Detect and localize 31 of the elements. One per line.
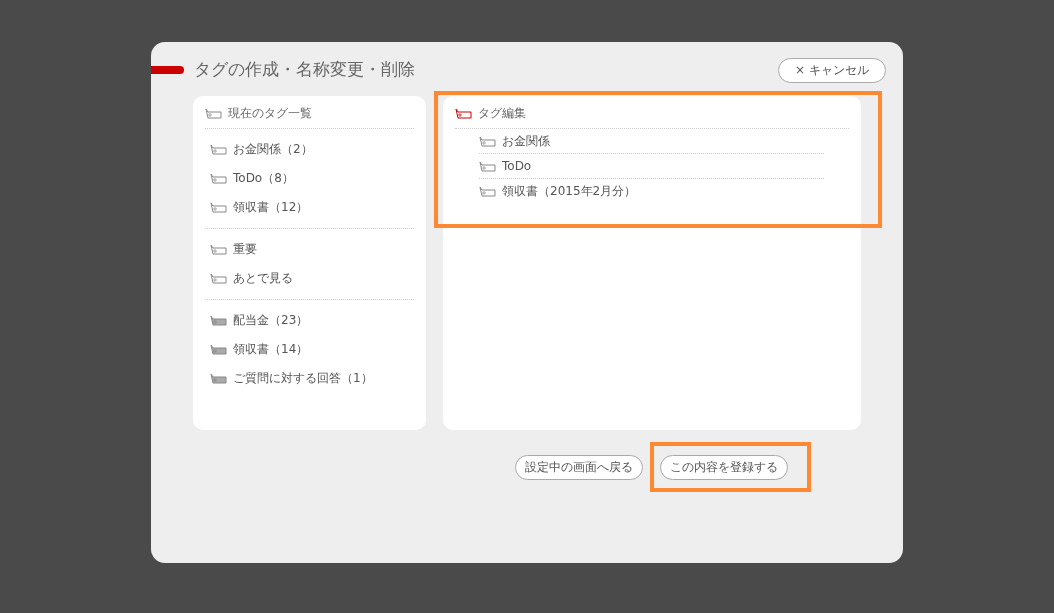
title-marker	[151, 65, 184, 74]
register-button[interactable]: この内容を登録する	[660, 455, 788, 480]
tag-item[interactable]: ToDo（8）	[233, 170, 294, 187]
cancel-button[interactable]: × キャンセル	[778, 57, 886, 83]
tag-icon	[210, 144, 227, 155]
panel-title: タグ編集	[478, 104, 526, 122]
tag-icon	[455, 107, 472, 119]
tag-icon	[479, 185, 496, 197]
tag-icon	[210, 373, 227, 384]
tag-icon	[210, 244, 227, 255]
tag-item[interactable]: 重要	[233, 241, 257, 258]
tag-icon	[210, 173, 227, 184]
tag-icon	[210, 315, 227, 326]
tag-icon	[210, 344, 227, 355]
tag-item[interactable]: ご質問に対する回答（1）	[233, 370, 373, 387]
tag-item[interactable]: 領収書（2015年2月分）	[502, 182, 637, 200]
tag-item[interactable]: 領収書（14）	[233, 341, 309, 358]
tag-item[interactable]: お金関係	[502, 132, 550, 150]
tag-icon	[210, 202, 227, 213]
back-button[interactable]: 設定中の画面へ戻る	[515, 455, 643, 480]
tag-item[interactable]: ToDo	[502, 159, 532, 173]
panel-title: 現在のタグ一覧	[228, 104, 312, 122]
tag-icon	[205, 107, 222, 119]
dialog-title: タグの作成・名称変更・削除	[194, 58, 415, 81]
tag-icon	[479, 160, 496, 172]
tag-item[interactable]: 配当金（23）	[233, 312, 309, 329]
tag-icon	[210, 273, 227, 284]
tag-icon	[479, 135, 496, 147]
tag-item[interactable]: 領収書（12）	[233, 199, 309, 216]
tag-item[interactable]: あとで見る	[233, 270, 293, 287]
tag-item[interactable]: お金関係（2）	[233, 141, 313, 158]
